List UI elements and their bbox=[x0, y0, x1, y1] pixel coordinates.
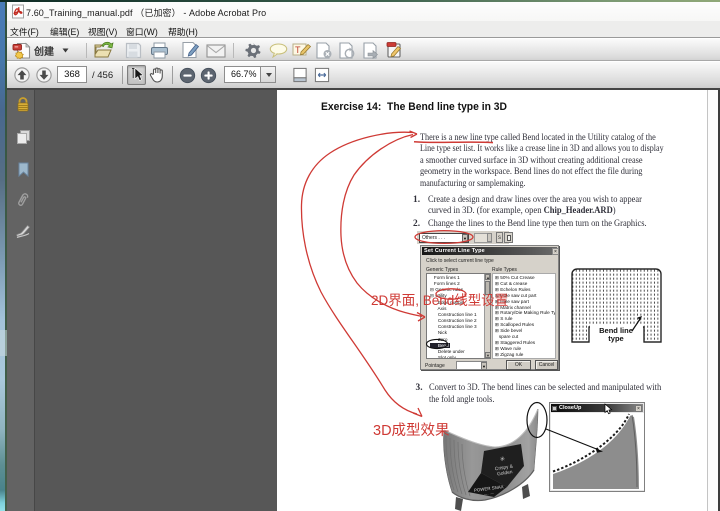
svg-text:type: type bbox=[608, 334, 623, 343]
svg-text:T: T bbox=[295, 45, 301, 55]
